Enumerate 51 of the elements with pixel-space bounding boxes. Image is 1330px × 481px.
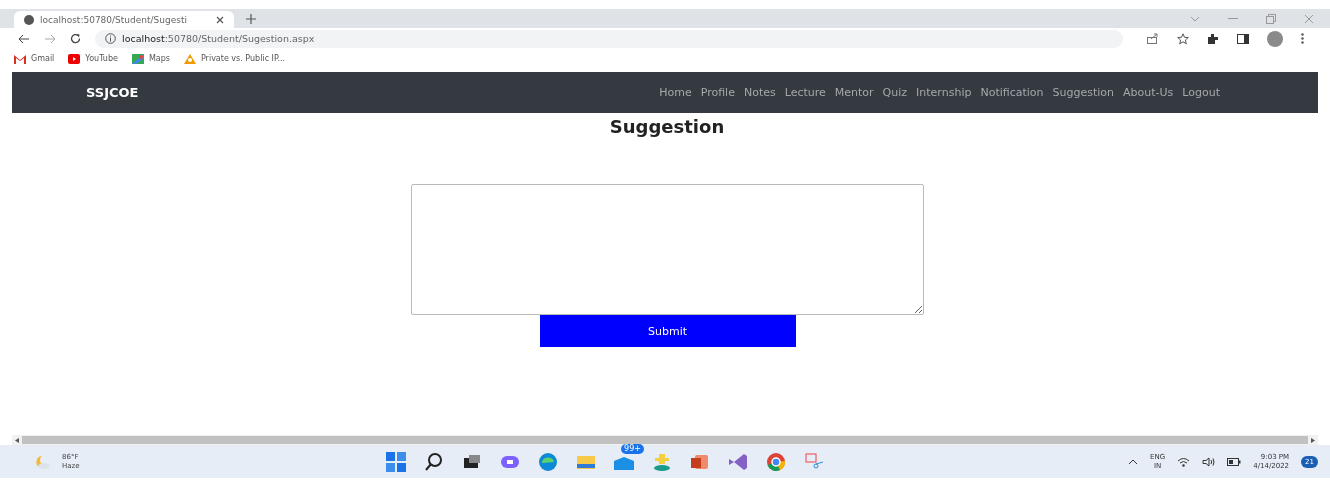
bookmark-link[interactable]: Private vs. Public IP... <box>183 53 286 64</box>
map-icon <box>131 53 144 64</box>
address-field[interactable]: localhost:50780/Student/Sugestion.aspx <box>95 29 1123 48</box>
star-icon[interactable] <box>1177 32 1189 45</box>
info-icon <box>105 33 116 44</box>
speaker-icon[interactable] <box>1202 456 1216 467</box>
nav-link[interactable]: Suggestion <box>1052 86 1115 99</box>
restore-icon[interactable] <box>1266 13 1276 24</box>
suggestion-field[interactable] <box>411 184 924 315</box>
nav-link[interactable]: Notes <box>743 86 776 99</box>
minimize-icon[interactable] <box>1228 17 1238 20</box>
scroll-right-icon[interactable] <box>1311 437 1315 443</box>
gmail-icon <box>14 53 26 64</box>
nav-link[interactable]: Quiz <box>882 86 908 99</box>
nav-link[interactable]: Notification <box>980 86 1044 99</box>
more-menu-icon[interactable] <box>1301 33 1304 44</box>
bookmark-link[interactable]: Maps <box>131 53 170 64</box>
page-heading: Suggestion <box>609 116 725 139</box>
moon-cloud-icon <box>34 454 52 469</box>
play-icon <box>68 53 81 64</box>
avatar-icon[interactable] <box>1267 30 1283 47</box>
nav-link[interactable]: Profile <box>700 86 735 99</box>
count-badge: 99+ <box>621 443 644 454</box>
side-panel-icon[interactable] <box>1237 33 1249 44</box>
new-tab-icon[interactable] <box>246 13 256 24</box>
warning-icon <box>183 53 196 64</box>
bookmark-link[interactable]: Gmail <box>14 53 55 64</box>
scroll-left-icon[interactable] <box>15 437 19 443</box>
nav-link[interactable]: About-Us <box>1123 86 1174 99</box>
chevron-up-icon[interactable] <box>1128 458 1139 465</box>
browser-tab[interactable]: localhost:50780/Student/Sugesti <box>14 11 234 28</box>
battery-icon[interactable] <box>1227 457 1242 466</box>
nav-link[interactable]: Internship <box>916 86 972 99</box>
share-icon[interactable] <box>1147 33 1159 44</box>
brand-link[interactable]: SSJCOE <box>86 85 139 100</box>
submit-button[interactable]: Submit <box>539 315 796 347</box>
nav-link[interactable]: Logout <box>1182 86 1220 99</box>
scrollbar-thumb[interactable] <box>22 436 1308 444</box>
bookmark-link[interactable]: YouTube <box>68 53 118 64</box>
back-icon[interactable] <box>18 33 30 44</box>
nav-link[interactable]: Mentor <box>834 86 874 99</box>
url-text: localhost:50780/Student/Sugestion.aspx <box>122 33 315 44</box>
windows-icon[interactable] <box>384 449 408 474</box>
reload-icon[interactable] <box>70 33 81 44</box>
chevron-down-icon[interactable] <box>1190 15 1200 22</box>
forward-icon[interactable] <box>44 33 56 44</box>
tab-title: localhost:50780/Student/Sugesti <box>40 14 188 25</box>
nav-link[interactable]: Lecture <box>784 86 826 99</box>
close-icon[interactable] <box>216 15 224 24</box>
wifi-icon[interactable] <box>1177 456 1191 467</box>
nav-link[interactable]: Home <box>659 86 692 99</box>
